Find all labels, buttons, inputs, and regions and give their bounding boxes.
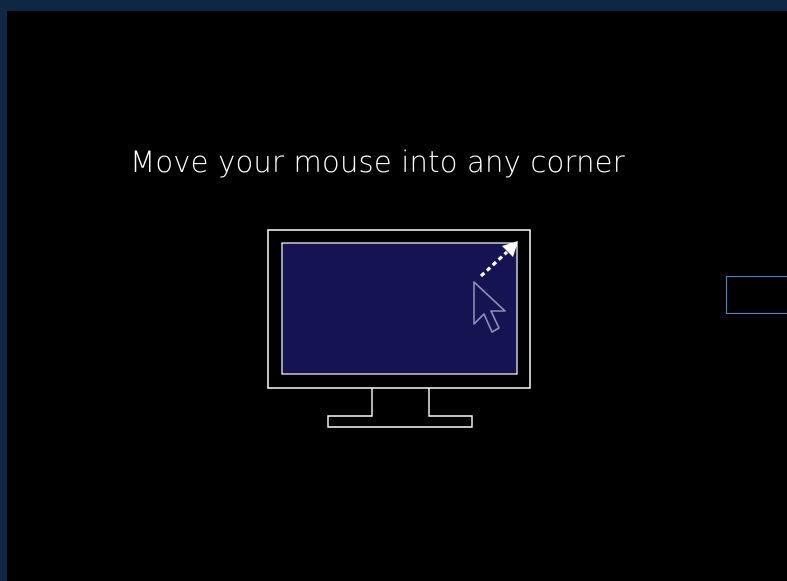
monitor-stand: [327, 388, 473, 428]
monitor-screen: [281, 242, 518, 375]
window-top-frame: [0, 0, 787, 11]
offscreen-tile: [726, 276, 787, 314]
monitor-with-cursor-icon: [262, 224, 536, 434]
instruction-heading: Move your mouse into any corner: [130, 145, 625, 179]
window-left-frame: [0, 11, 7, 581]
